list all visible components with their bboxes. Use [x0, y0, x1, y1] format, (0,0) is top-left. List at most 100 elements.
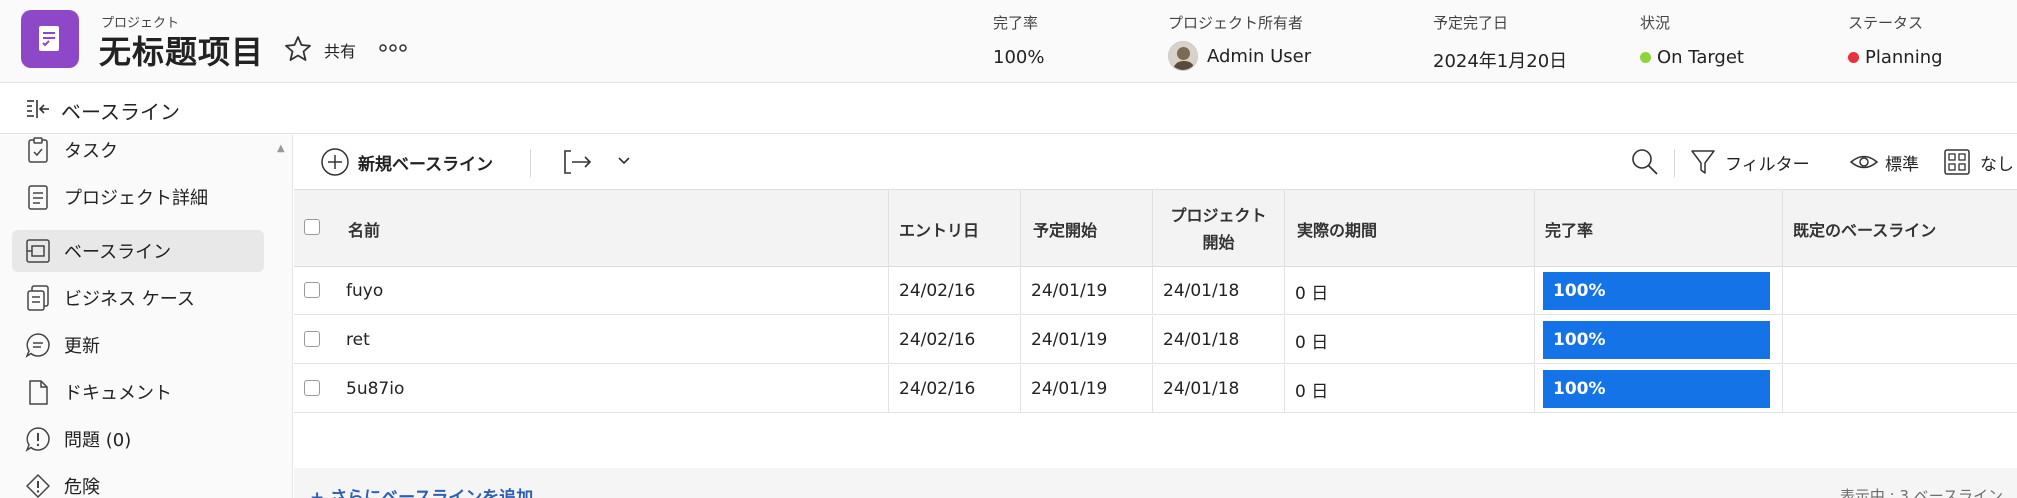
sidebar-item-tasks[interactable]: タスク	[12, 135, 264, 171]
eye-icon	[1849, 155, 1879, 169]
updates-icon	[24, 331, 52, 359]
baselines-panel: 新規ベースライン フィルター 標準 なし 名前 エントリ日 予定開始 プロジェク…	[294, 135, 2017, 498]
search-icon	[1632, 149, 1658, 175]
row-checkbox[interactable]	[304, 331, 320, 347]
cell-percent-complete: 100%	[1534, 365, 1782, 413]
sidebar-item-label: ビジネス ケース	[64, 289, 195, 310]
cell-actual-duration: 0 日	[1284, 316, 1534, 364]
owner-avatar	[1168, 41, 1198, 71]
document-icon	[24, 378, 52, 406]
cell-percent-complete: 100%	[1534, 316, 1782, 364]
cell-name[interactable]: fuyo	[330, 267, 888, 315]
project-sidebar: タスク プロジェクト詳細 ベースライン ビジネス ケース 更新 ドキュメント 問…	[0, 135, 293, 498]
meta-owner-value[interactable]: Admin User	[1168, 41, 1311, 71]
column-header-percent-complete[interactable]: 完了率	[1534, 190, 1782, 268]
view-label: 標準	[1885, 154, 1919, 175]
task-icon	[24, 136, 52, 164]
toolbar-divider	[530, 149, 531, 177]
cell-actual-duration: 0 日	[1284, 365, 1534, 413]
grouping-label: なし	[1980, 154, 2014, 175]
meta-status-label: ステータス	[1848, 14, 1924, 32]
cell-default-baseline	[1782, 365, 2017, 413]
more-options-icon[interactable]	[378, 38, 408, 58]
cell-project-start: 24/01/18	[1152, 267, 1284, 315]
row-checkbox[interactable]	[304, 380, 320, 396]
percent-complete-bar: 100%	[1543, 272, 1770, 310]
cell-name[interactable]: 5u87io	[330, 365, 888, 413]
table-row[interactable]: 5u87io 24/02/16 24/01/19 24/01/18 0 日 10…	[294, 365, 2017, 413]
details-icon	[24, 183, 52, 211]
business-case-icon	[24, 284, 52, 312]
sidebar-item-label: ドキュメント	[64, 383, 172, 404]
row-checkbox[interactable]	[304, 282, 320, 298]
export-dropdown-chevron-down-icon[interactable]	[616, 153, 632, 169]
project-title[interactable]: 无标题项目	[99, 27, 264, 73]
select-all-checkbox[interactable]	[304, 219, 320, 235]
favorite-star-icon[interactable]	[283, 34, 313, 64]
meta-status-value[interactable]: Planning	[1848, 47, 1943, 68]
column-header-planned-start[interactable]: 予定開始	[1020, 190, 1152, 268]
sidebar-item-business-case[interactable]: ビジネス ケース	[12, 277, 264, 319]
cell-name[interactable]: ret	[330, 316, 888, 364]
sidebar-item-updates[interactable]: 更新	[12, 324, 264, 366]
table-row[interactable]: fuyo 24/02/16 24/01/19 24/01/18 0 日 100%	[294, 267, 2017, 315]
meta-planned-completion-label: 予定完了日	[1433, 14, 1509, 32]
new-baseline-button[interactable]: 新規ベースライン	[320, 147, 493, 177]
risk-icon	[24, 472, 52, 498]
meta-completion: 完了率 100%	[993, 12, 1044, 68]
cell-entry-date: 24/02/16	[888, 316, 1020, 364]
meta-owner: プロジェクト所有者 Admin User	[1168, 12, 1311, 71]
cell-actual-duration: 0 日	[1284, 267, 1534, 315]
table-header: 名前 エントリ日 予定開始 プロジェクト 開始 実際の期間 完了率 既定のベース…	[294, 189, 2017, 268]
sidebar-item-label: 更新	[64, 336, 100, 357]
issue-icon	[24, 425, 52, 453]
baseline-count-text: 表示中 : 3 ベースライン	[1839, 487, 2003, 498]
cell-planned-start: 24/01/19	[1020, 316, 1152, 364]
view-button[interactable]: 標準	[1849, 147, 1919, 177]
status-text: Planning	[1865, 47, 1943, 68]
column-header-entry-date[interactable]: エントリ日	[888, 190, 1020, 268]
project-header: プロジェクト 无标题项目 共有 完了率 100% プロジェクト所有者 Admin…	[0, 0, 2017, 83]
column-header-name[interactable]: 名前	[330, 190, 882, 268]
column-header-project-start[interactable]: プロジェクト 開始	[1152, 190, 1284, 268]
meta-owner-label: プロジェクト所有者	[1168, 14, 1304, 32]
meta-planned-completion: 予定完了日 2024年1月20日	[1433, 12, 1567, 73]
cell-default-baseline	[1782, 267, 2017, 315]
toolbar: 新規ベースライン フィルター 標準 なし	[294, 135, 2017, 189]
sidebar-item-risks[interactable]: 危険	[12, 465, 264, 498]
grouping-button[interactable]: なし	[1942, 147, 2014, 177]
sidebar-item-documents[interactable]: ドキュメント	[12, 371, 264, 413]
sidebar-item-project-details[interactable]: プロジェクト詳細	[12, 176, 264, 218]
section-bar: ベースライン	[0, 84, 2017, 134]
sidebar-item-label: ベースライン	[64, 242, 172, 263]
cell-planned-start: 24/01/19	[1020, 365, 1152, 413]
cell-entry-date: 24/02/16	[888, 365, 1020, 413]
column-header-actual-duration[interactable]: 実際の期間	[1284, 190, 1534, 268]
cell-project-start: 24/01/18	[1152, 365, 1284, 413]
share-button[interactable]: 共有	[324, 38, 356, 62]
collapse-panel-icon[interactable]	[25, 97, 51, 121]
meta-status: ステータス Planning	[1848, 12, 1943, 68]
meta-condition: 状況 On Target	[1640, 12, 1744, 68]
condition-text: On Target	[1657, 47, 1744, 68]
meta-planned-completion-value: 2024年1月20日	[1433, 51, 1568, 72]
export-icon	[564, 150, 592, 174]
export-button[interactable]	[562, 147, 594, 177]
filter-button[interactable]: フィルター	[1689, 147, 1810, 177]
meta-completion-label: 完了率	[993, 14, 1039, 32]
sidebar-item-label: 問題 (0)	[64, 430, 132, 451]
table-row[interactable]: ret 24/02/16 24/01/19 24/01/18 0 日 100%	[294, 316, 2017, 364]
percent-complete-bar: 100%	[1543, 370, 1770, 408]
sidebar-scroll-up-icon[interactable]: ▲	[277, 143, 285, 154]
add-more-baselines-link[interactable]: + さらにベースラインを追加	[310, 483, 533, 498]
sidebar-item-issues[interactable]: 問題 (0)	[12, 418, 264, 460]
meta-condition-value[interactable]: On Target	[1640, 47, 1744, 68]
sidebar-item-baselines[interactable]: ベースライン	[12, 230, 264, 272]
status-dot-icon	[1848, 52, 1859, 63]
column-header-default-baseline[interactable]: 既定のベースライン	[1782, 190, 2017, 268]
search-button[interactable]	[1630, 147, 1660, 177]
baseline-icon	[24, 237, 52, 265]
add-circle-icon	[321, 148, 349, 176]
filter-icon	[1691, 150, 1715, 174]
new-baseline-label: 新規ベースライン	[358, 154, 494, 175]
